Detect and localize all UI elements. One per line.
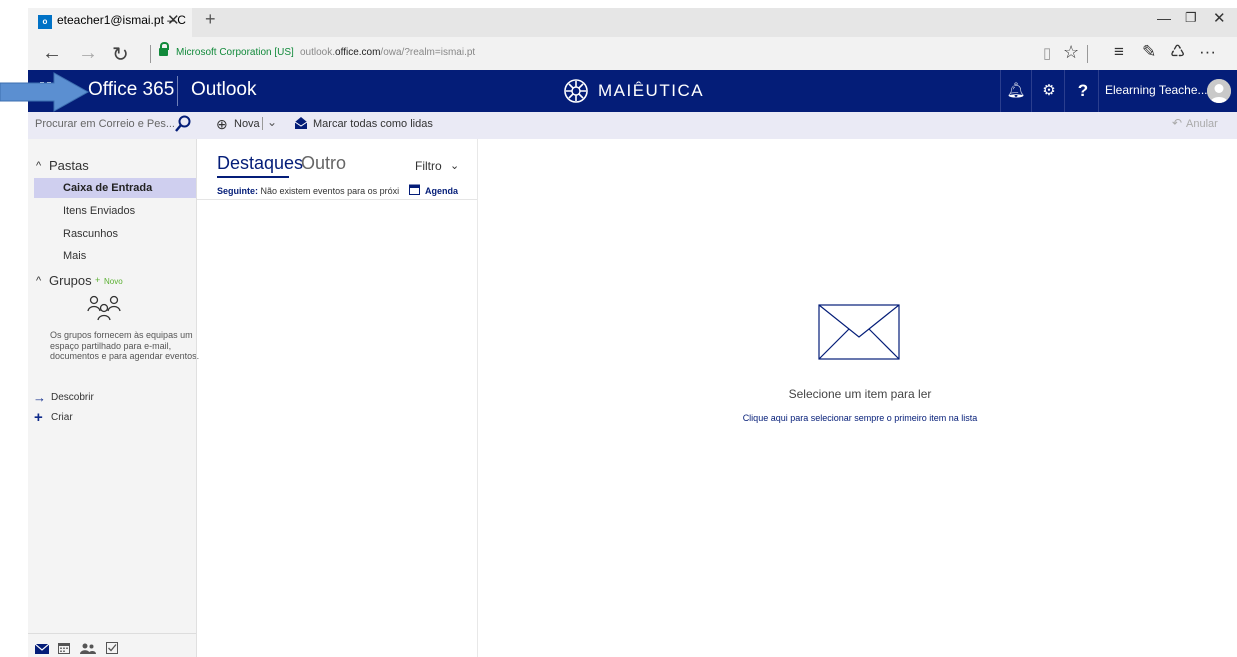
folder-inbox[interactable]: Caixa de Entrada (63, 182, 152, 194)
url-field[interactable]: outlook.office.com/owa/?realm=ismai.pt (300, 47, 475, 58)
empty-reading-title: Selecione um item para ler (788, 387, 932, 401)
user-name[interactable]: Elearning Teache... (1105, 83, 1208, 97)
select-first-item-link[interactable]: Clique aqui para selecionar sempre o pri… (600, 413, 1120, 423)
tab-focused[interactable]: Destaques (217, 153, 303, 174)
arrow-right-icon[interactable]: → (33, 390, 46, 405)
plus-circle-icon[interactable]: ⊕ (216, 116, 228, 133)
url-prefix: outlook. (300, 47, 336, 58)
refresh-icon[interactable]: ↻ (112, 42, 129, 67)
chevron-down-icon[interactable]: ⌄ (450, 159, 459, 172)
plus-icon[interactable]: + (95, 275, 100, 285)
groups-section-header[interactable]: Grupos (49, 273, 92, 288)
groups-icon (87, 295, 121, 321)
hub-icon[interactable]: ≡ (1114, 42, 1124, 62)
agenda-link[interactable]: Agenda (425, 186, 458, 196)
undo-icon[interactable]: ↶ (1172, 116, 1182, 130)
web-note-icon[interactable]: ✎ (1142, 42, 1156, 62)
new-button-separator (262, 117, 263, 130)
create-group-link[interactable]: Criar (51, 412, 73, 423)
groups-description: Os grupos fornecem às equipas um espaço … (50, 330, 200, 361)
calendar-icon[interactable] (409, 184, 420, 195)
help-icon[interactable]: ? (1068, 70, 1099, 112)
undo-button[interactable]: Anular (1186, 118, 1218, 130)
forward-icon[interactable]: → (78, 42, 98, 65)
folder-sent[interactable]: Itens Enviados (63, 205, 135, 217)
folder-drafts[interactable]: Rascunhos (63, 228, 118, 240)
tab-focused-underline (217, 176, 289, 178)
people-icon[interactable] (80, 643, 96, 654)
annotation-arrow-icon (0, 72, 90, 112)
outlook-tab-icon: o (38, 15, 52, 29)
discover-groups-link[interactable]: Descobrir (51, 392, 94, 403)
avatar[interactable] (1207, 79, 1231, 103)
list-reading-divider (477, 139, 478, 657)
reading-view-icon[interactable]: ▯ (1043, 44, 1051, 62)
next-event-text: Não existem eventos para os próxi (260, 186, 400, 196)
chevron-down-icon[interactable]: ⌄ (267, 115, 277, 129)
mark-all-read-button[interactable]: Marcar todas como lidas (313, 118, 433, 130)
settings-gear-icon[interactable]: ⚙ (1034, 70, 1065, 112)
favorite-star-icon[interactable]: ☆ (1063, 42, 1079, 63)
minimize-icon[interactable]: — (1157, 10, 1171, 26)
folders-section-header[interactable]: Pastas (49, 158, 89, 173)
certificate-label[interactable]: Microsoft Corporation [US] (176, 47, 294, 58)
chevron-up-icon[interactable]: ^ (36, 275, 41, 287)
toolbar-separator (1087, 45, 1088, 63)
calendar-icon[interactable] (58, 643, 70, 654)
maieutica-logo (564, 79, 588, 103)
more-icon[interactable]: ··· (1199, 42, 1216, 62)
new-tab-button[interactable]: + (205, 9, 216, 30)
restore-icon[interactable]: ❐ (1185, 10, 1197, 26)
next-label: Seguinte: (217, 186, 259, 196)
tab-other[interactable]: Outro (301, 153, 346, 174)
tab-close-icon[interactable]: ✕ (167, 11, 180, 29)
nav-divider (28, 633, 196, 634)
folder-more[interactable]: Mais (63, 250, 86, 262)
url-domain: office.com (335, 47, 381, 58)
outlook-app-label[interactable]: Outlook (191, 79, 256, 101)
filter-dropdown[interactable]: Filtro (415, 159, 442, 173)
maieutica-wordmark: MAIÊUTICA (598, 81, 705, 100)
address-separator (150, 45, 151, 63)
tasks-icon[interactable] (106, 642, 118, 654)
open-envelope-icon[interactable] (294, 116, 308, 130)
list-header-divider (197, 199, 477, 200)
search-input[interactable]: Procurar em Correio e Pes... (35, 118, 175, 130)
new-message-button[interactable]: Nova (234, 118, 260, 130)
close-window-icon[interactable]: ✕ (1213, 9, 1226, 27)
back-icon[interactable]: ← (42, 42, 62, 65)
share-icon[interactable]: ♺ (1170, 42, 1185, 62)
mail-icon[interactable] (35, 644, 49, 654)
plus-icon[interactable]: + (34, 409, 43, 426)
search-icon[interactable] (175, 115, 191, 133)
notification-bell-icon[interactable]: 🔔︎ (1000, 70, 1032, 112)
header-separator (177, 76, 178, 106)
folder-list-divider (196, 139, 197, 657)
lock-icon-body[interactable] (159, 48, 168, 56)
command-bar (28, 112, 1237, 139)
new-group-link[interactable]: Novo (104, 277, 123, 286)
url-path: /owa/?realm=ismai.pt (380, 47, 476, 58)
envelope-icon (818, 304, 900, 360)
office365-label[interactable]: Office 365 (88, 79, 174, 101)
chevron-up-icon[interactable]: ^ (36, 160, 41, 172)
next-event-line: Seguinte: Não existem eventos para os pr… (217, 186, 407, 196)
